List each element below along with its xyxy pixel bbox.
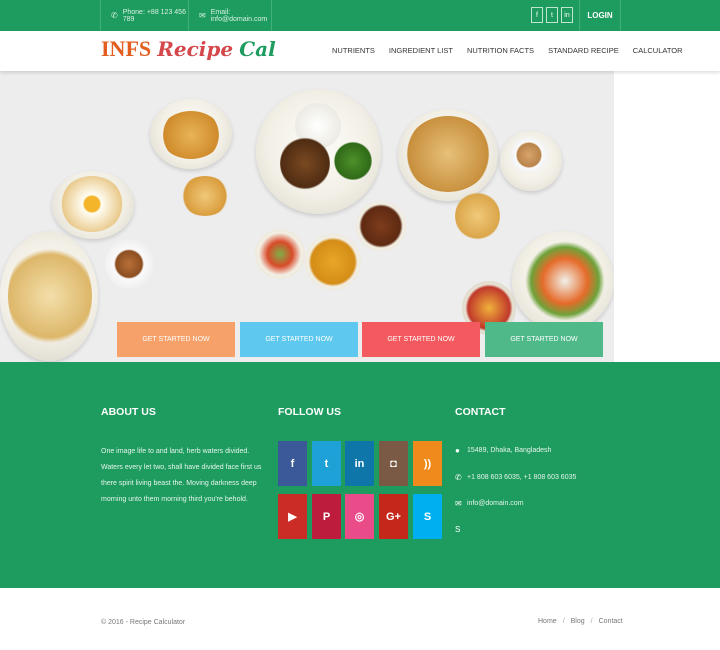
cta-buttons: GET STARTED NOW GET STARTED NOW GET STAR…	[117, 322, 603, 357]
main-menu: NUTRIENTS INGREDIENT LIST NUTRITION FACT…	[332, 46, 683, 55]
pinterest-icon[interactable]: P	[312, 494, 341, 539]
about-title: ABOUT US	[101, 406, 156, 418]
hero-side-blank	[614, 71, 720, 362]
link-separator: /	[590, 618, 593, 625]
envelope-icon: ✉	[455, 499, 462, 508]
menu-item-nutrients[interactable]: NUTRIENTS	[332, 46, 375, 55]
contact-phone: ✆ +1 808 603 6035, +1 808 603 6035	[455, 473, 576, 482]
skype-icon: S	[455, 525, 461, 534]
samosa-food	[160, 111, 222, 159]
site-logo[interactable]: INFS Recipe Cal	[101, 36, 276, 62]
linkedin-icon[interactable]: in	[345, 441, 374, 486]
instagram-icon[interactable]: ◘	[379, 441, 408, 486]
twitter-icon[interactable]: t	[546, 7, 558, 23]
contact-skype: S	[455, 525, 467, 534]
get-started-button-2[interactable]: GET STARTED NOW	[240, 322, 358, 357]
skype-icon[interactable]: S	[413, 494, 442, 539]
address-text: 15489, Dhaka, Bangladesh	[467, 447, 552, 454]
top-bar: ✆ Phone: +88 123 456 789 ✉ Email: info@d…	[0, 0, 720, 31]
follow-title: FOLLOW US	[278, 406, 341, 418]
bottom-link-contact[interactable]: Contact	[599, 618, 623, 625]
rss-icon[interactable]: ))	[413, 441, 442, 486]
fish-food	[280, 136, 330, 191]
main-navbar: INFS Recipe Cal NUTRIENTS INGREDIENT LIS…	[0, 31, 720, 71]
paratha-food	[8, 241, 92, 351]
link-separator: /	[562, 618, 565, 625]
curry-bowl	[356, 201, 406, 251]
copyright-text: © 2016 - Recipe Calculator	[101, 619, 186, 626]
logo-text-infs: INFS	[101, 36, 152, 61]
carrot-salad	[525, 241, 605, 321]
menu-item-ingredient-list[interactable]: INGREDIENT LIST	[389, 46, 453, 55]
login-link[interactable]: LOGIN	[579, 0, 621, 31]
footer: ABOUT US One image life to and land, her…	[0, 362, 720, 588]
youtube-icon[interactable]: ▶	[278, 494, 307, 539]
top-social-links: f t in	[531, 7, 573, 23]
phone-text: Phone: +88 123 456 789	[122, 8, 186, 23]
fuchka-food	[455, 191, 500, 241]
map-marker-icon: ●	[455, 446, 460, 455]
salad-bowl	[255, 229, 305, 279]
envelope-icon: ✉	[199, 11, 206, 20]
menu-item-nutrition-facts[interactable]: NUTRITION FACTS	[467, 46, 534, 55]
bottom-bar: © 2016 - Recipe Calculator Home / Blog /…	[0, 588, 720, 650]
bottom-links: Home / Blog / Contact	[538, 618, 623, 625]
menu-item-calculator[interactable]: CALCULATOR	[633, 46, 683, 55]
contact-title: CONTACT	[455, 406, 506, 418]
tea-cup	[510, 137, 548, 173]
egg-food	[60, 176, 124, 232]
logo-text-cal: Cal	[239, 37, 276, 61]
get-started-button-3[interactable]: GET STARTED NOW	[362, 322, 480, 357]
dal-bowl	[305, 234, 361, 290]
hero-banner	[0, 71, 614, 362]
logo-text-recipe: Recipe	[157, 37, 234, 61]
pitha-food	[405, 116, 491, 192]
bottom-link-home[interactable]: Home	[538, 618, 557, 625]
get-started-button-4[interactable]: GET STARTED NOW	[485, 322, 603, 357]
google-plus-icon[interactable]: G+	[379, 494, 408, 539]
linkedin-icon[interactable]: in	[561, 7, 573, 23]
phone-info: ✆ Phone: +88 123 456 789	[100, 0, 188, 31]
email-info: ✉ Email: info@domain.com	[188, 0, 272, 31]
chips-food	[180, 176, 230, 216]
phone-numbers: +1 808 603 6035, +1 808 603 6035	[467, 474, 577, 481]
facebook-icon[interactable]: f	[278, 441, 307, 486]
email-text: Email: info@domain.com	[210, 8, 268, 23]
phone-icon: ✆	[455, 473, 462, 482]
email-address[interactable]: info@domain.com	[467, 500, 524, 507]
contact-email: ✉ info@domain.com	[455, 499, 524, 508]
menu-item-standard-recipe[interactable]: STANDARD RECIPE	[548, 46, 619, 55]
contact-address: ● 15489, Dhaka, Bangladesh	[455, 446, 551, 455]
dribbble-icon[interactable]: ◎	[345, 494, 374, 539]
get-started-button-1[interactable]: GET STARTED NOW	[117, 322, 235, 357]
tea-cup-2	[105, 239, 153, 289]
twitter-icon[interactable]: t	[312, 441, 341, 486]
facebook-icon[interactable]: f	[531, 7, 543, 23]
phone-icon: ✆	[111, 11, 118, 20]
greens-food	[334, 141, 372, 181]
about-text: One image life to and land, herb waters …	[101, 448, 262, 503]
bottom-link-blog[interactable]: Blog	[571, 618, 585, 625]
